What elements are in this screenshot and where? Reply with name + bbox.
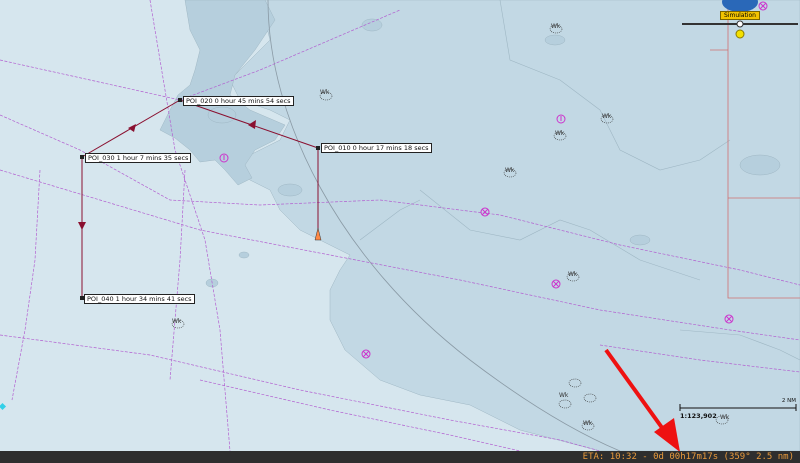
waypoint-label-poi030[interactable]: POI_030 1 hour 7 mins 35 secs <box>85 153 192 163</box>
chart-map[interactable] <box>0 0 800 463</box>
slider-thumb[interactable] <box>736 20 744 28</box>
waypoint-label-poi010[interactable]: POI_010 0 hour 17 mins 18 secs <box>321 143 432 153</box>
wreck-label: Wk <box>551 23 561 30</box>
waypoint-label-poi040[interactable]: POI_040 1 hour 34 mins 41 secs <box>84 294 195 304</box>
wreck-label: Wk <box>602 113 612 120</box>
waypoint-marker[interactable] <box>80 155 84 159</box>
eta-text: ETA: 10:32 - 0d 00h17m17s (359° 2.5 nm) <box>582 452 794 462</box>
wreck-label: Wk <box>505 167 515 174</box>
wreck-label: Wk <box>555 130 565 137</box>
shoal-patch <box>238 251 250 259</box>
wreck-label: Wk <box>172 318 182 325</box>
shoal-patch <box>739 154 781 176</box>
shoal-patch <box>629 234 651 246</box>
eta-status-bar: ETA: 10:32 - 0d 00h17m17s (359° 2.5 nm) <box>0 451 800 463</box>
wreck-label: Wk <box>568 271 578 278</box>
shoal-patch <box>544 34 566 46</box>
waypoint-marker[interactable] <box>178 98 182 102</box>
scale-bar-graphic <box>679 404 797 411</box>
wreck-label: Wk <box>583 420 593 427</box>
waypoint-label-poi020[interactable]: POI_020 0 hour 45 mins 54 secs <box>183 96 294 106</box>
wreck-label: Wk <box>559 392 569 399</box>
wreck-label: Wk <box>320 89 330 96</box>
simulation-label: Simulation <box>720 11 760 20</box>
scale-bar: 2 NM 1:123,902 <box>678 398 798 424</box>
scale-ratio: 1:123,902 <box>680 412 717 420</box>
simulation-play-icon[interactable] <box>735 29 745 39</box>
scale-unit: 2 NM <box>781 398 796 404</box>
shoal-patch <box>277 183 303 197</box>
waypoint-marker[interactable] <box>316 146 320 150</box>
simulation-control[interactable]: Simulation <box>680 0 800 42</box>
simulation-slider[interactable] <box>680 0 800 42</box>
